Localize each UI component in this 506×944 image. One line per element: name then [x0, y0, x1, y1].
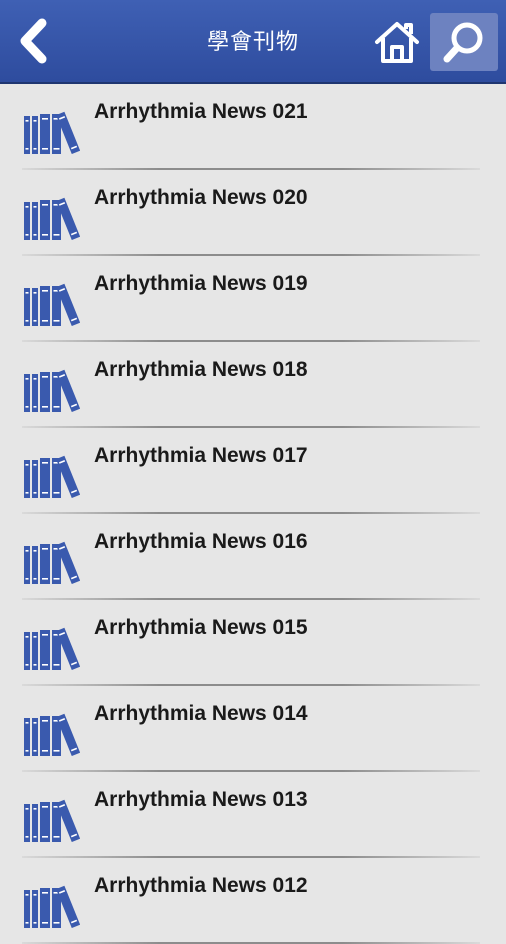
list-item-5[interactable]: Arrhythmia News 016: [0, 514, 506, 600]
books-icon: [24, 283, 80, 326]
list-item-label: Arrhythmia News 021: [94, 100, 308, 123]
books-icon: [24, 713, 80, 756]
page-title: 學會刊物: [206, 29, 299, 54]
home-button[interactable]: [370, 14, 424, 70]
books-icon: [24, 455, 80, 498]
back-button[interactable]: [6, 12, 60, 70]
books-icon: [24, 111, 80, 154]
books-icon: [24, 885, 80, 928]
list-item-3[interactable]: Arrhythmia News 018: [0, 342, 506, 428]
list-item-label: Arrhythmia News 020: [94, 186, 308, 209]
search-icon: [443, 22, 483, 63]
list-item-6[interactable]: Arrhythmia News 015: [0, 600, 506, 686]
list-item-label: Arrhythmia News 015: [94, 616, 308, 639]
list-item-8[interactable]: Arrhythmia News 013: [0, 772, 506, 858]
list-item-4[interactable]: Arrhythmia News 017: [0, 428, 506, 514]
home-icon: [375, 22, 419, 63]
publication-list: Arrhythmia News 021 Arrhythmia News 020: [0, 84, 506, 944]
list-item-2[interactable]: Arrhythmia News 019: [0, 256, 506, 342]
list-item-label: Arrhythmia News 012: [94, 874, 308, 897]
books-icon: [24, 799, 80, 842]
search-button[interactable]: [430, 13, 498, 71]
chevron-left-icon: [20, 18, 47, 64]
books-icon: [24, 197, 80, 240]
list-item-label: Arrhythmia News 013: [94, 788, 308, 811]
books-icon: [24, 369, 80, 412]
list-item-9[interactable]: Arrhythmia News 012: [0, 858, 506, 944]
list-item-label: Arrhythmia News 018: [94, 358, 308, 381]
list-item-1[interactable]: Arrhythmia News 020: [0, 170, 506, 256]
top-bar: 學會刊物: [0, 0, 506, 84]
list-item-label: Arrhythmia News 016: [94, 530, 308, 553]
list-item-label: Arrhythmia News 019: [94, 272, 308, 295]
list-item-0[interactable]: Arrhythmia News 021: [0, 84, 506, 170]
list-item-label: Arrhythmia News 017: [94, 444, 308, 467]
books-icon: [24, 627, 80, 670]
list-item-7[interactable]: Arrhythmia News 014: [0, 686, 506, 772]
books-icon: [24, 541, 80, 584]
list-item-label: Arrhythmia News 014: [94, 702, 308, 725]
